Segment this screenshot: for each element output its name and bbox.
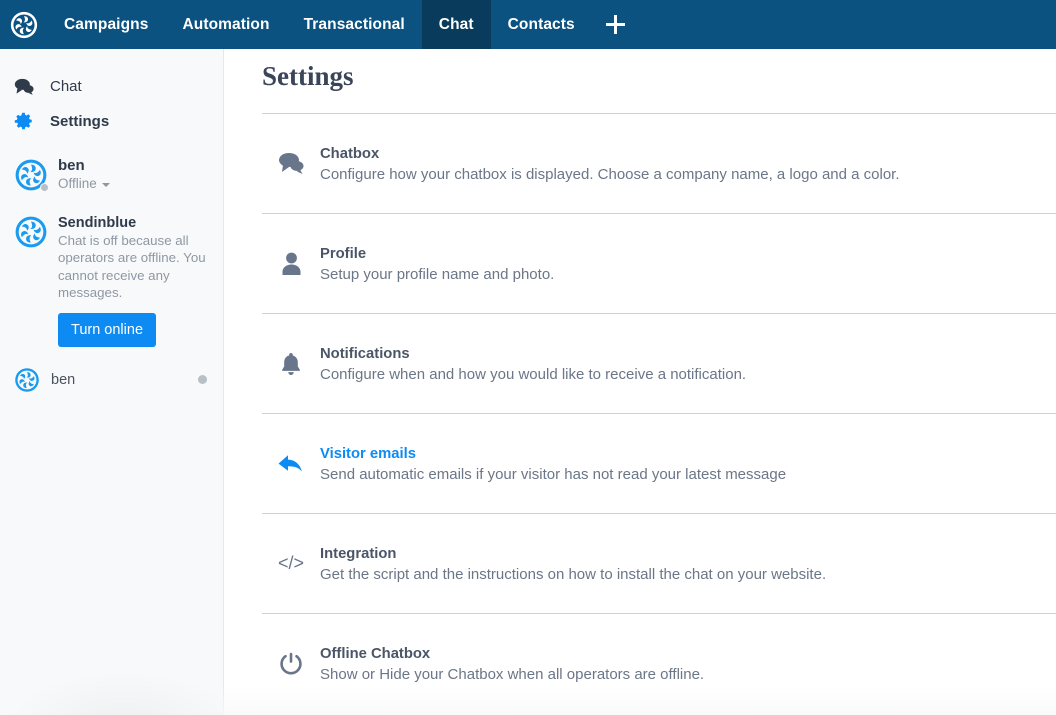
setting-row-notifications[interactable]: Notifications Configure when and how you… — [262, 314, 1056, 414]
setting-text: Visitor emails Send automatic emails if … — [320, 445, 786, 483]
code-brackets-icon: </> — [262, 545, 320, 574]
sidebar-item-settings[interactable]: Settings — [0, 104, 223, 139]
setting-name: Chatbox — [320, 146, 380, 162]
operator-list: ben — [0, 347, 223, 399]
list-item[interactable]: ben — [0, 361, 223, 399]
svg-text:</>: </> — [278, 553, 304, 573]
sidebar: Chat Settings ben Offline Sendinblue Cha… — [0, 49, 224, 715]
nav-item-chat[interactable]: Chat — [421, 0, 491, 49]
setting-name: Visitor emails — [320, 446, 416, 462]
setting-description: Setup your profile name and photo. — [320, 266, 555, 283]
bell-icon — [262, 345, 320, 376]
setting-text: Offline Chatbox Show or Hide your Chatbo… — [320, 645, 704, 683]
setting-text: Notifications Configure when and how you… — [320, 345, 746, 383]
nav-item-label: Transactional — [303, 15, 405, 33]
setting-description: Configure how your chatbox is displayed.… — [320, 166, 900, 183]
chat-bubbles-icon — [14, 78, 44, 95]
current-operator: ben Offline — [0, 139, 223, 193]
nav-item-label: Contacts — [507, 15, 575, 33]
turn-online-button[interactable]: Turn online — [58, 312, 157, 347]
setting-name: Notifications — [320, 346, 410, 362]
nav-item-transactional[interactable]: Transactional — [287, 0, 422, 49]
setting-name: Offline Chatbox — [320, 646, 431, 662]
main-content: Settings Chatbox Configure how your chat… — [225, 49, 1056, 715]
person-icon — [262, 245, 320, 275]
plus-icon — [605, 15, 625, 34]
notice-avatar — [14, 215, 48, 249]
settings-list: Chatbox Configure how your chatbox is di… — [262, 114, 1056, 713]
nav-item-contacts[interactable]: Contacts — [491, 0, 592, 49]
setting-row-profile[interactable]: Profile Setup your profile name and phot… — [262, 214, 1056, 314]
nav-item-campaigns[interactable]: Campaigns — [47, 0, 165, 49]
nav-item-label: Automation — [182, 15, 270, 33]
gear-icon — [14, 112, 44, 131]
app-root: Campaigns Automation Transactional Chat … — [0, 0, 1056, 715]
pinwheel-icon — [10, 11, 37, 38]
operator-status-dropdown[interactable]: Offline — [58, 176, 110, 193]
sidebar-item-chat[interactable]: Chat — [0, 69, 223, 104]
sendinblue-pinwheel-avatar-icon — [15, 216, 47, 248]
chevron-down-icon — [101, 183, 110, 188]
operator-status-label: Offline — [58, 175, 97, 191]
setting-name: Profile — [320, 246, 367, 262]
sendinblue-logo-icon[interactable] — [0, 0, 47, 49]
status-dot-offline — [40, 182, 49, 192]
page-title: Settings — [262, 61, 354, 91]
nav-item-automation[interactable]: Automation — [165, 0, 286, 49]
notice-body: Sendinblue Chat is off because all opera… — [58, 215, 218, 347]
sidebar-item-label: Settings — [50, 113, 110, 130]
setting-name: Integration — [320, 546, 397, 562]
sendinblue-pinwheel-avatar-icon — [15, 368, 39, 392]
setting-row-visitor-emails[interactable]: Visitor emails Send automatic emails if … — [262, 414, 1056, 514]
operator-info: ben Offline — [58, 157, 110, 193]
power-icon — [262, 645, 320, 676]
setting-description: Configure when and how you would like to… — [320, 366, 747, 383]
status-dot-offline — [198, 375, 207, 385]
nav-item-label: Campaigns — [64, 15, 149, 33]
sidebar-item-label: Chat — [50, 78, 82, 95]
offline-notice: Sendinblue Chat is off because all opera… — [0, 193, 223, 347]
operator-list-name: ben — [51, 371, 76, 388]
notice-message: Chat is off because all operators are of… — [58, 232, 206, 301]
setting-text: Profile Setup your profile name and phot… — [320, 245, 554, 283]
setting-row-chatbox[interactable]: Chatbox Configure how your chatbox is di… — [262, 114, 1056, 214]
nav-item-label: Chat — [438, 15, 474, 33]
setting-text: Integration Get the script and the instr… — [320, 545, 826, 583]
setting-text: Chatbox Configure how your chatbox is di… — [320, 145, 900, 183]
reply-arrow-icon — [262, 445, 320, 476]
operator-name: ben — [58, 157, 85, 174]
setting-row-offline-chatbox[interactable]: Offline Chatbox Show or Hide your Chatbo… — [262, 614, 1056, 713]
add-app-button[interactable] — [592, 0, 639, 49]
top-navigation-bar: Campaigns Automation Transactional Chat … — [0, 0, 1056, 49]
avatar[interactable] — [14, 158, 49, 192]
chat-bubbles-icon — [262, 145, 320, 174]
setting-row-integration[interactable]: </> Integration Get the script and the i… — [262, 514, 1056, 614]
notice-title: Sendinblue — [58, 214, 137, 231]
setting-description: Send automatic emails if your visitor ha… — [320, 466, 787, 483]
setting-description: Show or Hide your Chatbox when all opera… — [320, 666, 705, 683]
sidebar-nav: Chat Settings — [0, 49, 223, 139]
setting-description: Get the script and the instructions on h… — [320, 566, 827, 583]
